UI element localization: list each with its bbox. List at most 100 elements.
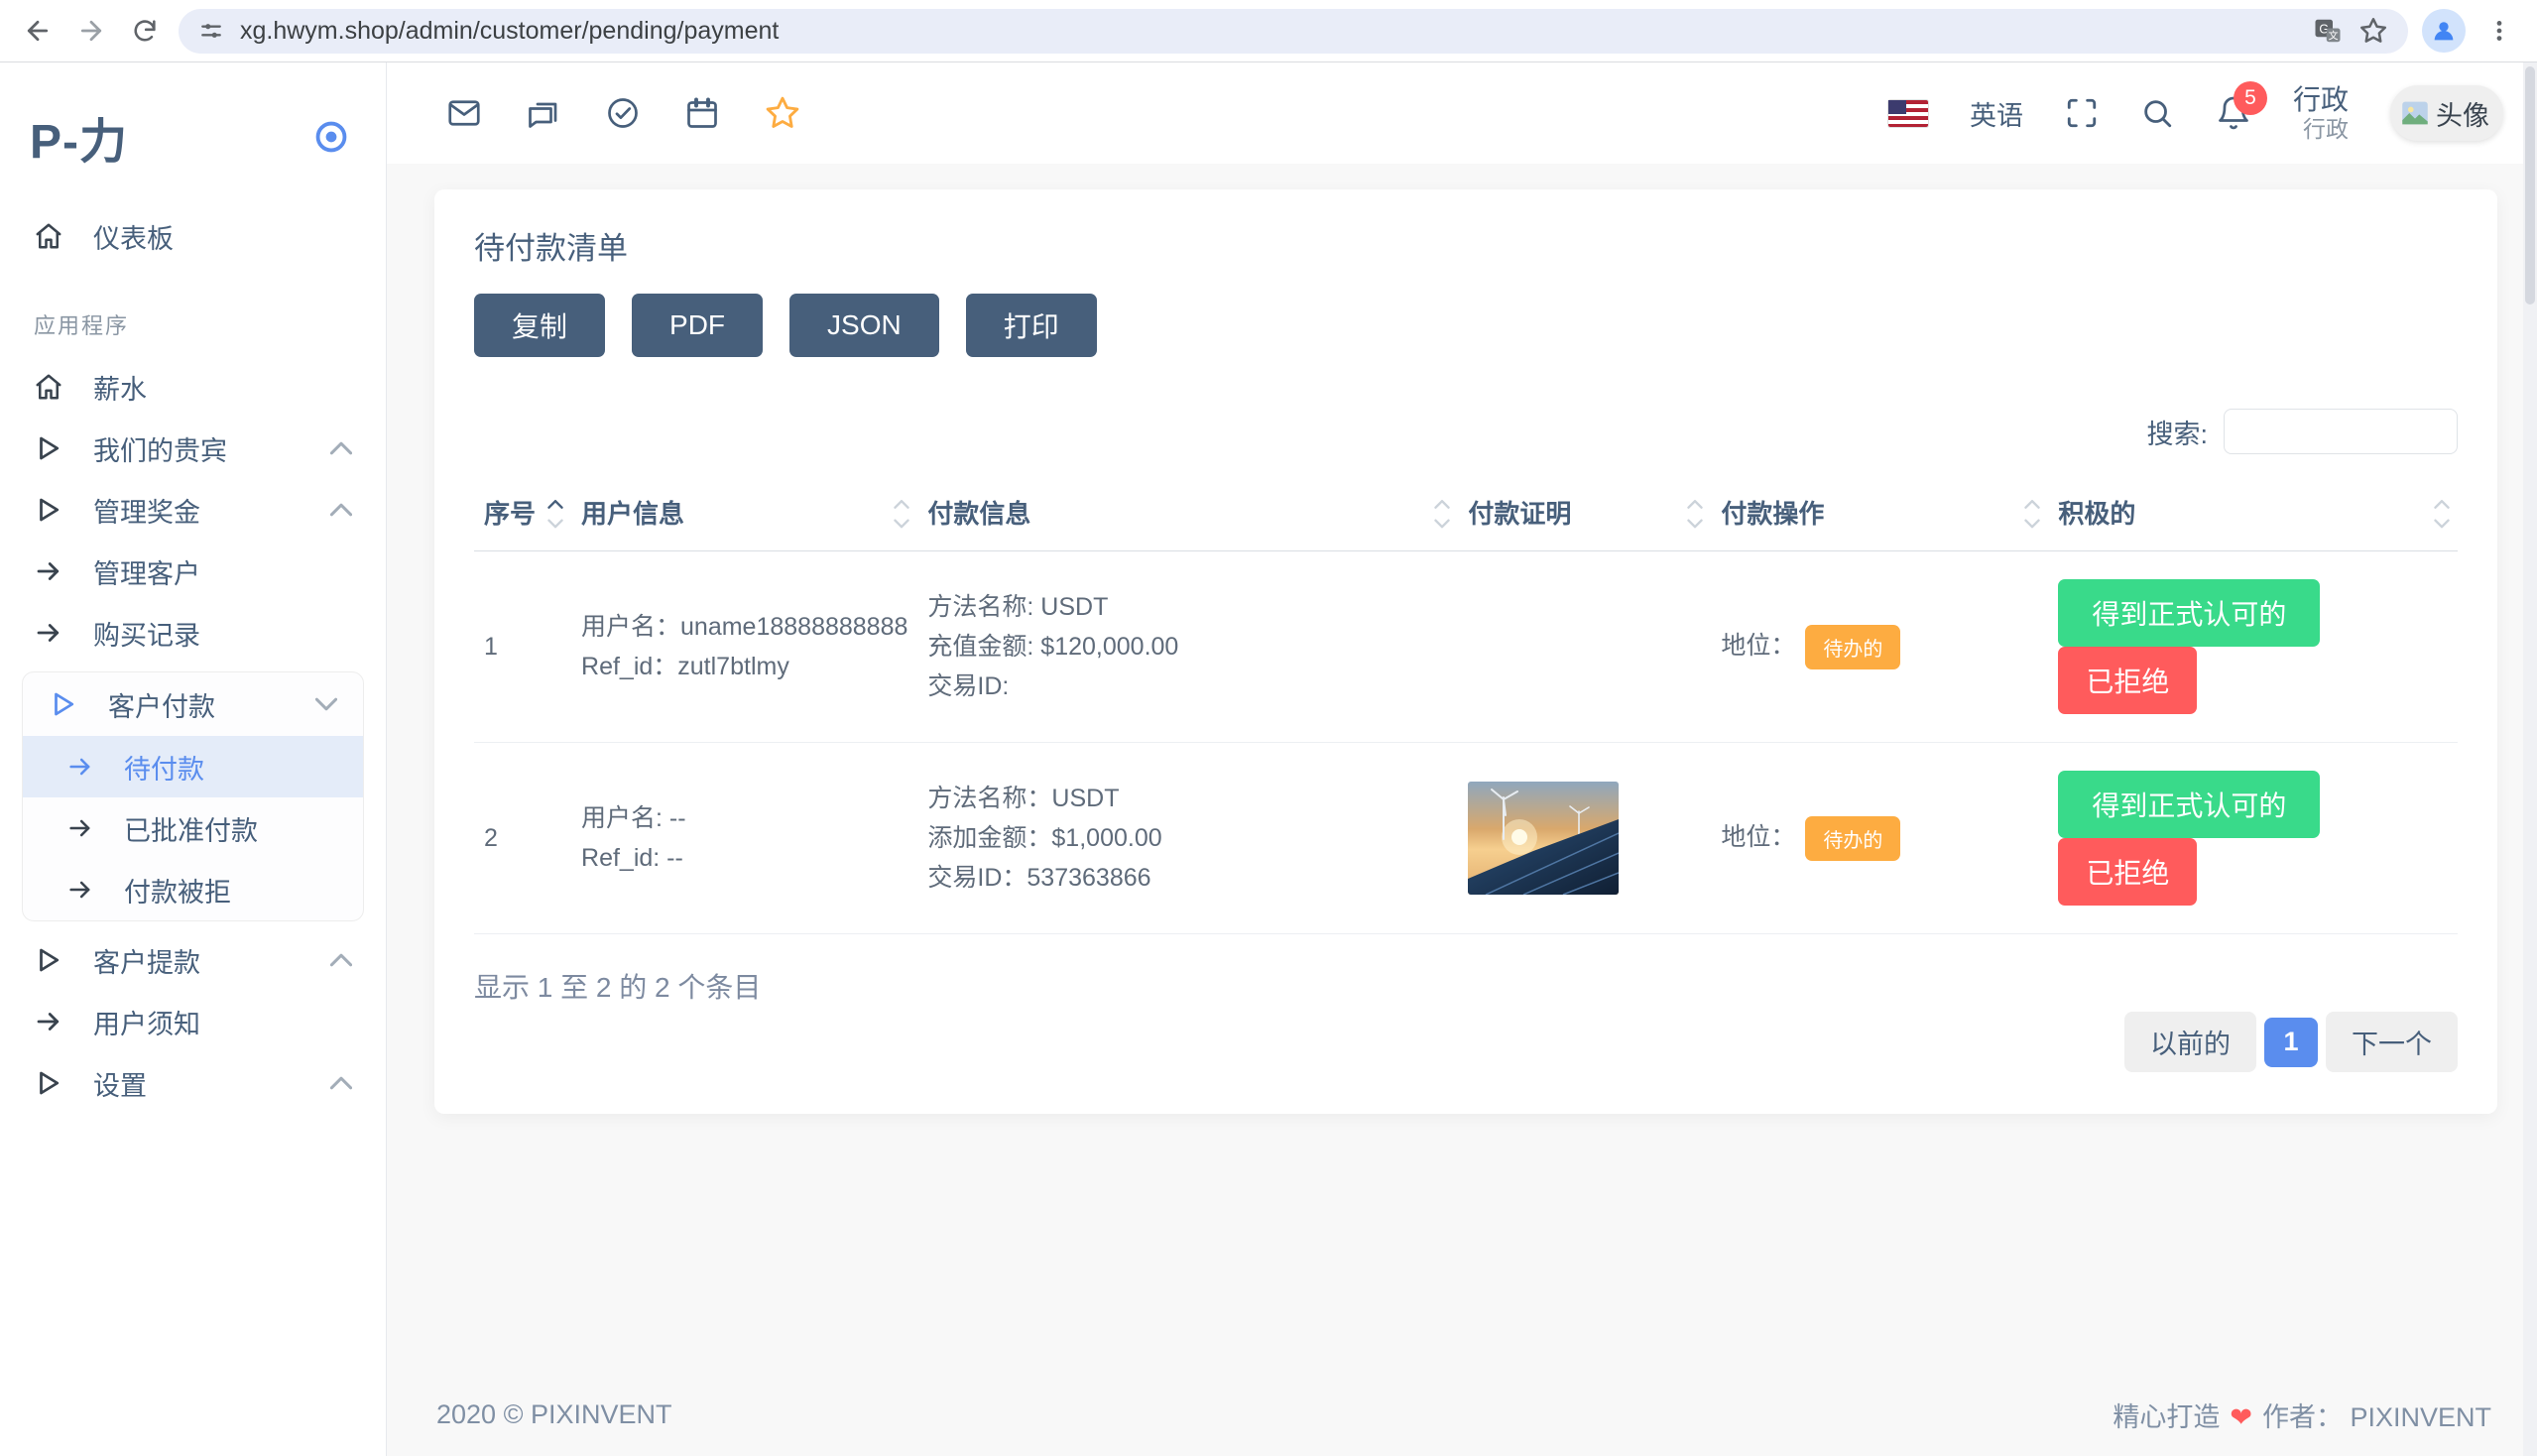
favorite-star-icon[interactable] [764,94,801,132]
pdf-button[interactable]: PDF [632,294,763,357]
sidebar-item-customer-withdrawal[interactable]: 客户提款 [0,929,386,991]
arrow-right-icon [66,753,94,781]
sidebar-section-apps: 应用程序 [0,267,386,356]
calendar-icon[interactable] [684,95,720,131]
reject-button[interactable]: 已拒绝 [2058,838,2197,906]
payment-info-cell: 方法名称：USDT 添加金额：$1,000.00 交易ID：537363866 [917,743,1458,934]
play-icon [34,945,63,975]
print-button[interactable]: 打印 [966,294,1097,357]
json-button[interactable]: JSON [789,294,939,357]
sidebar-item-manage-customer[interactable]: 管理客户 [0,541,386,602]
forward-icon[interactable] [71,11,111,51]
sidebar-item-settings[interactable]: 设置 [0,1052,386,1114]
reject-button[interactable]: 已拒绝 [2058,647,2197,714]
payment-action-cell: 地位：待办的 [1711,743,2048,934]
column-header-active[interactable]: 积极的 [2048,474,2458,551]
active-cell: 得到正式认可的已拒绝 [2048,743,2458,934]
notifications-bell-icon[interactable]: 5 [2216,95,2251,131]
user-avatar[interactable]: 头像 [2390,85,2503,141]
arrow-right-icon [34,1007,63,1036]
heart-icon: ❤ [2230,1402,2252,1432]
user-info-cell: 用户名：uname18888888888 Ref_id：zutl7btlmy [571,551,917,743]
brand-logo[interactable]: P-力 [30,102,128,172]
payment-proof-cell [1458,743,1711,934]
user-info[interactable]: 行政 行政 [2293,84,2349,143]
chevron-down-icon [315,697,337,711]
copy-button[interactable]: 复制 [474,294,605,357]
chevron-up-icon [330,503,352,517]
fullscreen-icon[interactable] [2065,96,2099,130]
svg-text:文: 文 [2329,29,2339,42]
us-flag-icon[interactable] [1888,100,1928,127]
sidebar-item-pending-payment[interactable]: 待付款 [23,736,363,797]
arrow-right-icon [66,814,94,842]
sidebar-item-customer-payment[interactable]: 客户付款 [23,672,363,736]
sidebar-item-salary[interactable]: 薪水 [0,356,386,418]
sidebar-item-dashboard[interactable]: 仪表板 [0,205,386,267]
previous-page-button[interactable]: 以前的 [2124,1012,2256,1072]
column-header-user-info[interactable]: 用户信息 [571,474,917,551]
check-circle-icon[interactable] [605,95,641,131]
search-icon[interactable] [2140,96,2174,130]
table-info: 显示 1 至 2 的 2 个条目 [474,966,2458,1006]
column-header-payment-action[interactable]: 付款操作 [1711,474,2048,551]
back-icon[interactable] [18,11,58,51]
browser-profile-avatar[interactable] [2422,9,2466,53]
user-name: 行政 [2293,84,2349,116]
play-icon [34,433,63,463]
approve-button[interactable]: 得到正式认可的 [2058,771,2320,838]
payment-proof-image[interactable] [1468,782,1619,895]
play-icon [49,689,78,719]
play-icon [34,495,63,525]
mail-icon[interactable] [446,95,482,131]
column-header-payment-info[interactable]: 付款信息 [917,474,1458,551]
home-icon [34,372,63,402]
user-info-cell: 用户名: -- Ref_id: -- [571,743,917,934]
url-text[interactable]: xg.hwym.shop/admin/customer/pending/paym… [240,17,2297,46]
avatar-alt-text: 头像 [2436,94,2489,133]
approve-button[interactable]: 得到正式认可的 [2058,579,2320,647]
sidebar-item-vip[interactable]: 我们的贵宾 [0,418,386,479]
sidebar-item-approved-payment[interactable]: 已批准付款 [23,797,363,859]
reload-icon[interactable] [125,11,165,51]
topbar: 英语 5 行政 行政 头像 [387,62,2537,164]
language-selector[interactable]: 英语 [1970,94,2023,133]
table-row: 1 用户名：uname18888888888 Ref_id：zutl7btlmy… [474,551,2458,743]
address-bar[interactable]: xg.hwym.shop/admin/customer/pending/paym… [179,9,2408,54]
broken-image-icon [2398,96,2432,130]
column-header-index[interactable]: 序号 [474,474,571,551]
sidebar-item-purchase-history[interactable]: 购买记录 [0,602,386,664]
copyright-text: 2020 © PIXINVENT [436,1399,672,1430]
sidebar-item-user-notice[interactable]: 用户须知 [0,991,386,1052]
notification-count-badge: 5 [2234,81,2267,115]
search-input[interactable] [2224,409,2458,454]
bookmark-star-icon[interactable] [2358,16,2388,46]
site-info-icon[interactable] [198,18,224,44]
sidebar-item-rejected-payment[interactable]: 付款被拒 [23,859,363,920]
sort-icons [2024,499,2040,529]
home-icon [34,221,63,251]
arrow-right-icon [66,876,94,904]
table-row: 2 用户名: -- Ref_id: -- 方法名称：USDT 添加金额：$1,0… [474,743,2458,934]
chat-icon[interactable] [526,95,561,131]
arrow-right-icon [34,556,63,586]
sidebar-item-bonus[interactable]: 管理奖金 [0,479,386,541]
sort-icons [547,499,563,529]
search-label: 搜索: [2146,413,2208,451]
sort-icons [894,499,909,529]
menu-pin-icon[interactable] [312,118,350,156]
next-page-button[interactable]: 下一个 [2326,1012,2458,1072]
page-scrollbar[interactable] [2523,62,2537,1456]
row-index: 1 [474,551,571,743]
browser-chrome: xg.hwym.shop/admin/customer/pending/paym… [0,0,2537,62]
browser-menu-icon[interactable] [2479,11,2519,51]
current-page-button[interactable]: 1 [2264,1018,2318,1067]
translate-icon[interactable]: G文 [2313,16,2343,46]
scrollbar-thumb[interactable] [2525,66,2535,304]
row-index: 2 [474,743,571,934]
play-icon [34,1068,63,1098]
chevron-up-icon [330,1076,352,1090]
active-cell: 得到正式认可的已拒绝 [2048,551,2458,743]
column-header-payment-proof[interactable]: 付款证明 [1458,474,1711,551]
pagination: 以前的 1 下一个 [474,1012,2458,1072]
